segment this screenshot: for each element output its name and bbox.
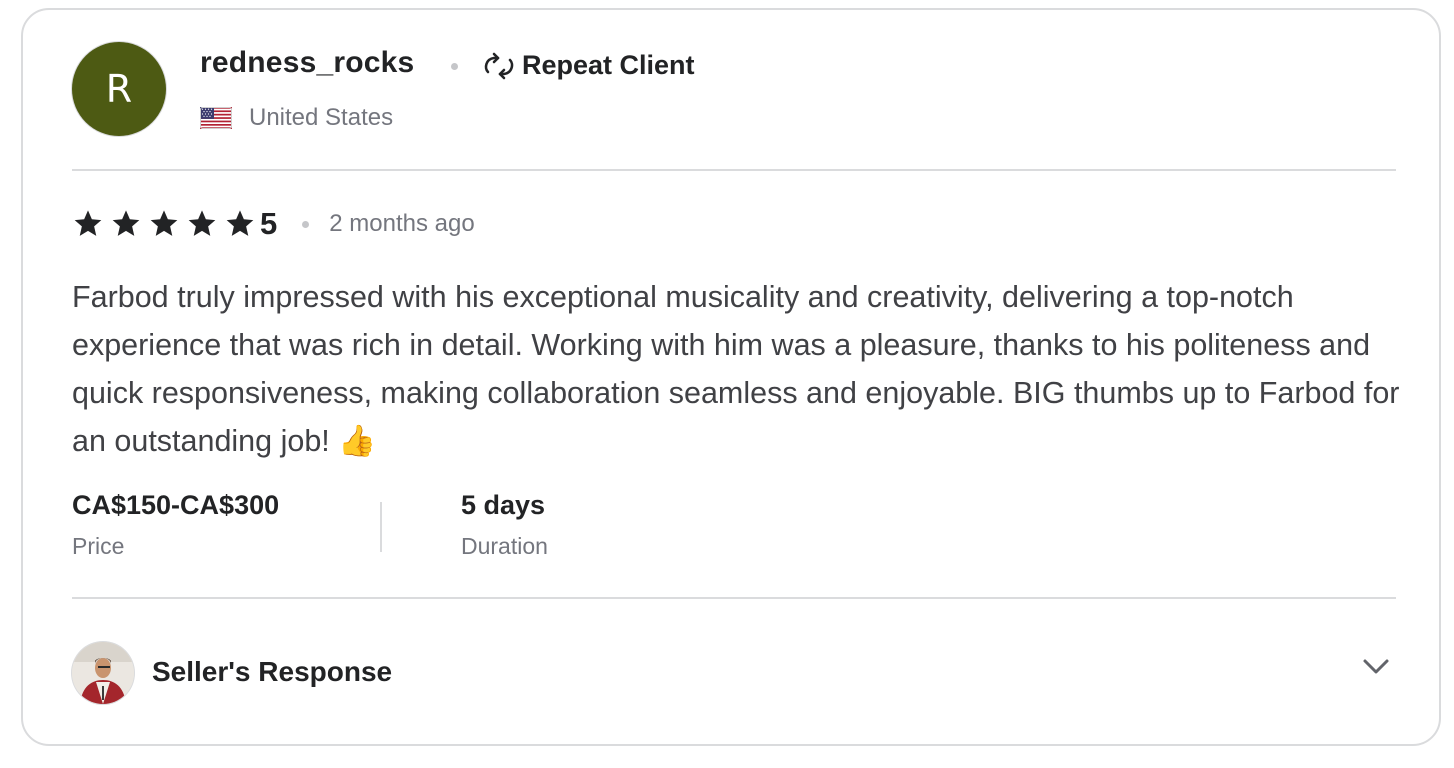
reviewer-avatar-initial: R <box>105 67 133 111</box>
star-icon <box>188 210 216 236</box>
seller-avatar[interactable] <box>72 642 134 704</box>
repeat-client-badge: Repeat Client <box>482 50 695 81</box>
repeat-icon <box>484 52 514 79</box>
meta-divider <box>380 502 382 552</box>
rating-value: 5 <box>260 206 278 241</box>
review-text: Farbod truly impressed with his exceptio… <box>72 280 1400 458</box>
reviewer-username[interactable]: redness_rocks <box>200 46 414 80</box>
star-rating <box>72 208 262 240</box>
footer-divider <box>72 597 1396 599</box>
seller-photo <box>72 642 134 704</box>
star-icon <box>74 210 102 236</box>
star-icon <box>150 210 178 236</box>
reviewer-avatar[interactable]: R <box>72 42 166 136</box>
price-value: CA$150-CA$300 <box>72 490 280 520</box>
star-icon <box>226 210 254 236</box>
price-label: Price <box>72 533 125 559</box>
header-divider <box>72 169 1396 171</box>
us-flag-icon <box>200 107 232 129</box>
duration-value: 5 days <box>461 490 546 520</box>
chevron-down-icon[interactable] <box>1361 654 1391 678</box>
reviewer-country-label: United States <box>249 104 394 131</box>
duration-label: Duration <box>461 533 548 559</box>
review-time-ago: 2 months ago <box>329 210 475 237</box>
separator-dot <box>451 63 458 70</box>
separator-dot <box>302 220 310 228</box>
repeat-client-label: Repeat Client <box>522 50 695 80</box>
seller-response-title[interactable]: Seller's Response <box>152 656 392 688</box>
reviewer-country: United States <box>200 104 393 132</box>
rating-row: 5 2 months ago <box>72 206 475 242</box>
star-icon <box>112 210 140 236</box>
review-card: R redness_rocks Repeat Client United Sta… <box>21 8 1441 746</box>
